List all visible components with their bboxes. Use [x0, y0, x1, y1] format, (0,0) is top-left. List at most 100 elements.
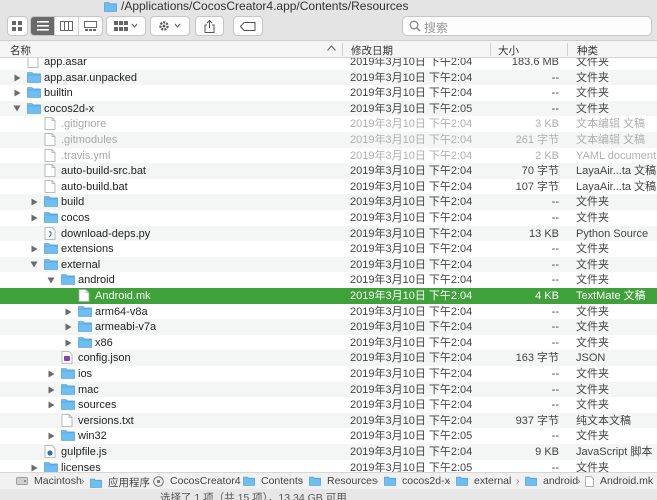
path-crumb[interactable]: external — [456, 475, 511, 487]
file-row[interactable]: mac 2019年3月10日 下午2:04 -- 文件夹 — [0, 381, 657, 398]
disclosure-expanded-icon[interactable] — [46, 273, 56, 287]
folder-icon — [61, 367, 75, 380]
disclosure-collapsed-icon[interactable] — [12, 71, 22, 85]
file-name: cocos2d-x — [44, 102, 95, 115]
file-row[interactable]: Android.mk 2019年3月10日 下午2:04 4 KB TextMate … — [0, 288, 657, 304]
file-size: -- — [551, 102, 559, 115]
disclosure-collapsed-icon[interactable] — [12, 86, 22, 100]
file-kind: 文件夹 — [576, 383, 609, 396]
file-kind: TextMate 文稿 — [576, 290, 646, 302]
column-view-button[interactable] — [55, 17, 79, 35]
file-row[interactable]: builtin 2019年3月10日 下午2:04 -- 文件夹 — [0, 85, 657, 101]
disclosure-collapsed-icon[interactable] — [46, 429, 56, 443]
search-field[interactable]: 搜索 — [402, 16, 652, 36]
folder-icon — [61, 429, 75, 442]
gallery-icon — [83, 21, 97, 31]
file-row[interactable]: .gitmodules 2019年3月10日 下午2:04 261 字节 文本编辑 文… — [0, 132, 657, 148]
path-crumb[interactable]: Macintosh — [16, 475, 82, 487]
disclosure-collapsed-icon[interactable] — [29, 242, 39, 256]
disk-icon — [16, 476, 31, 486]
file-name: cocos — [61, 212, 90, 224]
file-size: -- — [551, 430, 559, 443]
list-view-button[interactable] — [31, 17, 56, 35]
file-row[interactable]: .travis.yml 2019年3月10日 下午2:04 2 KB YAML doc… — [0, 148, 657, 164]
file-row[interactable]: build 2019年3月10日 下午2:04 -- 文件夹 — [0, 194, 657, 210]
column-header-name[interactable]: 名称 — [10, 43, 31, 58]
tags-button[interactable] — [233, 16, 263, 36]
path-crumb[interactable]: cocos2d-x — [384, 475, 450, 487]
group-by-button[interactable] — [106, 16, 146, 36]
file-date: 2019年3月10日 下午2:04 — [350, 305, 473, 318]
file-row[interactable]: versions.txt 2019年3月10日 下午2:04 937 字节 纯文本文稿 — [0, 412, 657, 429]
disclosure-collapsed-icon[interactable] — [46, 367, 56, 381]
column-header-kind[interactable]: 种类 — [577, 43, 598, 58]
column-header-date[interactable]: 修改日期 — [351, 43, 393, 58]
path-separator: › — [577, 475, 581, 487]
file-row[interactable]: app.asar 2019年3月10日 下午2:04 183.6 MB 文件夹 — [0, 58, 657, 70]
file-name: app.asar — [44, 58, 87, 68]
file-row[interactable]: gulpfile.js 2019年3月10日 下午2:04 9 KB JavaScri… — [0, 444, 657, 460]
file-row[interactable]: arm64-v8a 2019年3月10日 下午2:04 -- 文件夹 — [0, 304, 657, 320]
file-row[interactable]: win32 2019年3月10日 下午2:05 -- 文件夹 — [0, 428, 657, 444]
file-name: x86 — [95, 336, 113, 349]
gallery-view-button[interactable] — [79, 17, 102, 35]
file-date: 2019年3月10日 下午2:04 — [350, 71, 473, 84]
folder-icon — [61, 398, 75, 411]
disclosure-collapsed-icon[interactable] — [63, 305, 73, 319]
file-name: sources — [78, 399, 117, 412]
path-crumb[interactable]: CocosCreator4 — [153, 475, 241, 487]
file-date: 2019年3月10日 下午2:04 — [350, 149, 473, 162]
path-crumb[interactable]: Resources — [309, 475, 377, 487]
folder-icon — [44, 195, 58, 208]
path-crumb[interactable]: 应用程序 — [90, 475, 150, 489]
disclosure-collapsed-icon[interactable] — [29, 211, 39, 225]
column-divider[interactable] — [490, 43, 491, 56]
path-crumb[interactable]: android — [525, 475, 578, 487]
file-kind: 文件夹 — [576, 274, 609, 287]
back-button[interactable] — [7, 16, 28, 36]
action-button[interactable] — [150, 16, 190, 36]
file-row[interactable]: ios 2019年3月10日 下午2:04 -- 文件夹 — [0, 366, 657, 382]
disclosure-collapsed-icon[interactable] — [63, 336, 73, 350]
file-row[interactable]: cocos 2019年3月10日 下午2:04 -- 文件夹 — [0, 210, 657, 226]
file-row[interactable]: download-deps.py 2019年3月10日 下午2:04 13 KB Py… — [0, 225, 657, 242]
path-crumb[interactable]: Contents — [243, 475, 303, 487]
disclosure-expanded-icon[interactable] — [29, 258, 39, 272]
file-row[interactable]: auto-build.bat 2019年3月10日 下午2:04 107 字节 Lay… — [0, 179, 657, 195]
column-header-size[interactable]: 大小 — [498, 43, 519, 58]
disclosure-collapsed-icon[interactable] — [46, 398, 56, 412]
path-crumb[interactable]: Android.mk — [585, 475, 653, 487]
file-row[interactable]: extensions 2019年3月10日 下午2:04 -- 文件夹 — [0, 241, 657, 257]
column-divider[interactable] — [567, 43, 568, 56]
path-separator: › — [300, 475, 304, 487]
file-date: 2019年3月10日 下午2:04 — [350, 180, 473, 193]
file-row[interactable]: x86 2019年3月10日 下午2:04 -- 文件夹 — [0, 335, 657, 351]
file-row[interactable]: armeabi-v7a 2019年3月10日 下午2:04 -- 文件夹 — [0, 319, 657, 335]
disclosure-collapsed-icon[interactable] — [29, 461, 39, 472]
file-size: -- — [551, 399, 559, 412]
column-divider[interactable] — [342, 43, 343, 56]
file-row[interactable]: android 2019年3月10日 下午2:04 -- 文件夹 — [0, 272, 657, 288]
file-name: .gitignore — [61, 118, 107, 131]
file-row[interactable]: config.json 2019年3月10日 下午2:04 163 字节 JSON — [0, 350, 657, 366]
file-row[interactable]: cocos2d-x 2019年3月10日 下午2:05 -- 文件夹 — [0, 100, 657, 117]
file-kind: 文件夹 — [576, 102, 609, 115]
folder-icon — [27, 102, 41, 115]
file-size: -- — [551, 274, 559, 287]
file-row[interactable]: auto-build-src.bat 2019年3月10日 下午2:04 70 字节… — [0, 163, 657, 179]
file-row[interactable]: external 2019年3月10日 下午2:04 -- 文件夹 — [0, 256, 657, 273]
file-size: 2 KB — [535, 149, 559, 162]
file-name: .travis.yml — [61, 149, 111, 162]
file-row[interactable]: sources 2019年3月10日 下午2:04 -- 文件夹 — [0, 397, 657, 413]
file-row[interactable]: app.asar.unpacked 2019年3月10日 下午2:04 -- 文件夹 — [0, 69, 657, 86]
file-row[interactable]: .gitignore 2019年3月10日 下午2:04 3 KB 文本编辑 文稿 — [0, 116, 657, 132]
file-kind: JSON — [576, 352, 606, 365]
disclosure-collapsed-icon[interactable] — [29, 195, 39, 209]
disclosure-expanded-icon[interactable] — [12, 102, 22, 116]
disclosure-collapsed-icon[interactable] — [63, 320, 73, 334]
file-name: config.json — [78, 352, 131, 365]
file-row[interactable]: licenses 2019年3月10日 下午2:05 -- 文件夹 — [0, 460, 657, 472]
share-button[interactable] — [195, 16, 224, 36]
path-separator: › — [516, 475, 520, 487]
disclosure-collapsed-icon[interactable] — [46, 383, 56, 397]
